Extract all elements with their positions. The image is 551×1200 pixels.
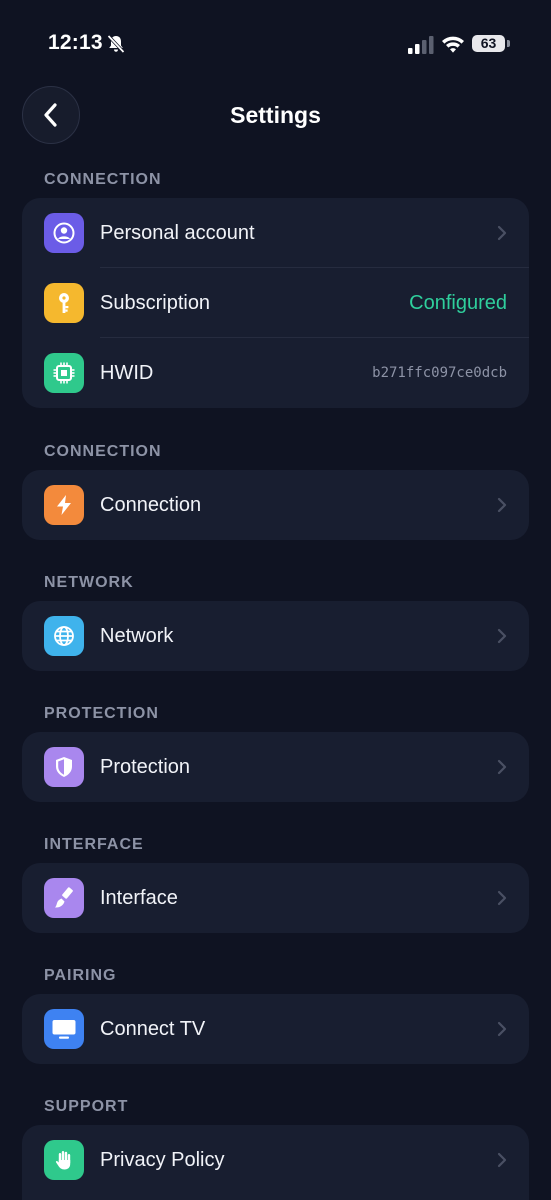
- cellular-signal-icon: [408, 36, 434, 59]
- group-protection: Protection: [22, 732, 529, 802]
- row-connect-tv[interactable]: Connect TV: [22, 994, 529, 1064]
- row-interface[interactable]: Interface: [22, 863, 529, 933]
- section-header-support: SUPPORT: [44, 1098, 129, 1115]
- bell-muted-icon: [106, 34, 126, 59]
- row-connection[interactable]: Connection: [22, 470, 529, 540]
- chevron-right-icon: [497, 225, 507, 246]
- row-label-personal-account: Personal account: [100, 222, 255, 244]
- row-label-subscription: Subscription: [100, 292, 211, 314]
- row-protection[interactable]: Protection: [22, 732, 529, 802]
- chevron-right-icon: [497, 628, 507, 649]
- section-header-connection: CONNECTION: [44, 171, 162, 188]
- wifi-icon: [441, 34, 465, 59]
- chevron-right-icon: [497, 1021, 507, 1042]
- chip-icon: [44, 353, 84, 393]
- row-label-network: Network: [100, 625, 174, 647]
- subscription-status: Configured: [409, 292, 507, 314]
- section-header-pairing: PAIRING: [44, 967, 117, 984]
- group-connection: Connection: [22, 470, 529, 540]
- row-network[interactable]: Network: [22, 601, 529, 671]
- section-header-network: NETWORK: [44, 574, 134, 591]
- row-label-hwid: HWID: [100, 362, 154, 384]
- status-bar: 12:13 63: [0, 0, 551, 90]
- chevron-right-icon: [497, 759, 507, 780]
- battery-cap: [507, 40, 510, 47]
- lightning-icon: [44, 485, 84, 525]
- page-title: Settings: [230, 102, 321, 128]
- row-label-privacy-policy: Privacy Policy: [100, 1149, 225, 1171]
- row-label-connection: Connection: [100, 494, 202, 516]
- group-account: Personal account Subscription Configured: [22, 198, 529, 408]
- row-label-protection: Protection: [100, 756, 191, 778]
- group-support: Privacy Policy: [22, 1125, 529, 1200]
- globe-icon: [44, 616, 84, 656]
- shield-icon: [44, 747, 84, 787]
- group-pairing: Connect TV: [22, 994, 529, 1064]
- group-interface: Interface: [22, 863, 529, 933]
- group-network: Network: [22, 601, 529, 671]
- chevron-right-icon: [497, 1152, 507, 1173]
- row-hwid[interactable]: HWID b271ffc097ce0dcb: [22, 338, 529, 408]
- key-icon: [44, 283, 84, 323]
- section-header-interface: INTERFACE: [44, 836, 144, 853]
- tv-icon: [44, 1009, 84, 1049]
- row-label-interface: Interface: [100, 887, 178, 909]
- hand-icon: [44, 1140, 84, 1180]
- row-privacy-policy[interactable]: Privacy Policy: [22, 1125, 529, 1195]
- row-label-connect-tv: Connect TV: [100, 1018, 206, 1040]
- status-time: 12:13: [48, 31, 103, 54]
- person-icon: [44, 213, 84, 253]
- brush-icon: [44, 878, 84, 918]
- battery-icon: 63: [472, 35, 510, 52]
- hwid-value: b271ffc097ce0dcb: [372, 365, 507, 381]
- row-personal-account[interactable]: Personal account: [22, 198, 529, 268]
- battery-level: 63: [472, 35, 505, 52]
- chevron-right-icon: [497, 890, 507, 911]
- chevron-right-icon: [497, 497, 507, 518]
- section-header-connection-2: CONNECTION: [44, 443, 162, 460]
- row-subscription[interactable]: Subscription Configured: [22, 268, 529, 338]
- section-header-protection: PROTECTION: [44, 705, 159, 722]
